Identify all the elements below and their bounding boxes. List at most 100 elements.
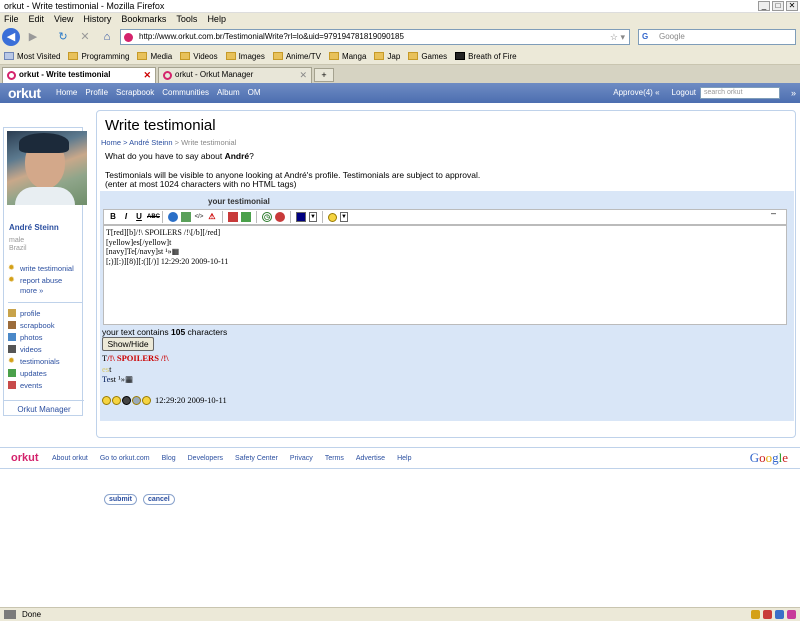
collapse-button[interactable]: – — [771, 208, 776, 218]
code-icon[interactable]: </> — [194, 212, 204, 222]
footer-link-about[interactable]: About orkut — [52, 455, 88, 462]
menu-history[interactable]: History — [83, 13, 111, 26]
nav-profile[interactable]: Profile — [85, 88, 108, 97]
footer-link-privacy[interactable]: Privacy — [290, 455, 313, 462]
close-tab-icon[interactable]: ✕ — [143, 68, 151, 82]
breadcrumb-user[interactable]: André Steinn — [129, 138, 172, 147]
sidebar-item-testimonials[interactable]: ✹ testimonials — [8, 355, 82, 367]
color-swatch[interactable] — [296, 212, 306, 222]
toolbar-separator — [162, 211, 163, 223]
logout-link[interactable]: Logout — [672, 88, 696, 97]
nav-communities[interactable]: Communities — [162, 88, 209, 97]
picture-icon[interactable] — [241, 212, 251, 222]
nav-album[interactable]: Album — [217, 88, 240, 97]
breadcrumb-home[interactable]: Home — [101, 138, 121, 147]
menu-edit[interactable]: Edit — [29, 13, 45, 26]
orkut-logo[interactable]: orkut — [8, 85, 41, 101]
bookmark-videos[interactable]: Videos — [180, 52, 218, 61]
sidebar-item-scrapbook[interactable]: scrapbook — [8, 319, 82, 331]
menu-file[interactable]: File — [4, 13, 19, 26]
bookmark-most-visited[interactable]: Most Visited — [4, 52, 60, 61]
addon-icon[interactable] — [775, 610, 784, 619]
bookmark-manga[interactable]: Manga — [328, 52, 366, 61]
close-tab-icon[interactable]: ✕ — [299, 68, 307, 82]
web-search-input[interactable]: G Google — [638, 29, 796, 45]
color-dropdown-icon[interactable]: ▼ — [309, 212, 317, 222]
profile-name[interactable]: André Steinn — [9, 223, 59, 232]
footer-link-goto[interactable]: Go to orkut.com — [100, 455, 150, 462]
preview-text: st ¹»▦ — [110, 374, 133, 384]
google-logo[interactable]: Google — [750, 450, 788, 466]
link-icon[interactable] — [168, 212, 178, 222]
bookmark-games[interactable]: Games — [408, 52, 447, 61]
addon-icon[interactable] — [787, 610, 796, 619]
bookmark-images[interactable]: Images — [225, 52, 265, 61]
bookmark-media[interactable]: Media — [137, 52, 172, 61]
menu-view[interactable]: View — [54, 13, 73, 26]
maximize-button[interactable]: □ — [772, 1, 784, 11]
smiley-icon[interactable] — [328, 212, 337, 222]
search-go-icon[interactable]: » — [791, 88, 796, 98]
underline-button[interactable]: U — [134, 212, 144, 222]
nav-scrapbook[interactable]: Scrapbook — [116, 88, 154, 97]
bookmark-star-icon[interactable]: ☆ ▾ — [610, 30, 625, 44]
forward-arrow-icon[interactable]: ▶ — [24, 28, 42, 46]
close-button[interactable]: ✕ — [786, 1, 798, 11]
bookmark-anime-tv[interactable]: Anime/TV — [272, 52, 321, 61]
video-icon[interactable] — [228, 212, 238, 222]
tab-write-testimonial[interactable]: orkut - Write testimonial ✕ — [2, 67, 156, 83]
reload-icon[interactable]: ↻ — [54, 28, 72, 46]
stop-icon[interactable]: ✕ — [76, 28, 94, 46]
strikethrough-button[interactable]: ABC — [147, 212, 160, 222]
menu-bookmarks[interactable]: Bookmarks — [121, 13, 166, 26]
nav-home[interactable]: Home — [56, 88, 77, 97]
minimize-button[interactable]: _ — [758, 1, 770, 11]
italic-button[interactable]: I — [121, 212, 131, 222]
sidebar-item-updates[interactable]: updates — [8, 367, 82, 379]
menu-help[interactable]: Help — [207, 13, 226, 26]
sidebar-item-videos[interactable]: videos — [8, 343, 82, 355]
back-arrow-icon[interactable]: ◀ — [2, 28, 20, 46]
addon-icon[interactable] — [751, 610, 760, 619]
footer-link-help[interactable]: Help — [397, 455, 411, 462]
footer-link-blog[interactable]: Blog — [162, 455, 176, 462]
addon-icon[interactable] — [763, 610, 772, 619]
orkut-manager-link[interactable]: Orkut Manager — [4, 400, 84, 414]
avatar[interactable] — [7, 131, 87, 205]
footer-link-advertise[interactable]: Advertise — [356, 455, 385, 462]
sidebar-item-photos[interactable]: photos — [8, 331, 82, 343]
sidebar-item-profile[interactable]: profile — [8, 307, 82, 319]
warning-icon[interactable]: ⚠ — [207, 212, 217, 222]
submit-button[interactable]: submit — [104, 494, 137, 505]
testimonial-textarea[interactable]: T[red][b]/!\ SPOILERS /!\[/b][/red] [yel… — [103, 225, 787, 325]
bookmark-programming[interactable]: Programming — [68, 52, 129, 61]
clock-icon[interactable]: ◷ — [262, 212, 272, 222]
menu-tools[interactable]: Tools — [176, 13, 197, 26]
sidebar-item-write-testimonial[interactable]: ✹ write testimonial — [8, 262, 82, 274]
bookmark-jap[interactable]: Jap — [374, 52, 400, 61]
block-icon[interactable] — [275, 212, 285, 222]
approve-link[interactable]: Approve(4) « — [613, 88, 659, 97]
footer-link-terms[interactable]: Terms — [325, 455, 344, 462]
url-bar[interactable]: http://www.orkut.com.br/TestimonialWrite… — [120, 29, 630, 45]
footer-link-developers[interactable]: Developers — [188, 455, 223, 462]
sidebar-more-link[interactable]: more » — [20, 286, 82, 298]
smiley-dropdown-icon[interactable]: ▼ — [340, 212, 348, 222]
image-icon[interactable] — [181, 212, 191, 222]
tab-orkut-manager[interactable]: orkut - Orkut Manager ✕ — [158, 67, 312, 83]
breadcrumb: Home > André Steinn > Write testimonial — [101, 138, 236, 147]
cancel-button[interactable]: cancel — [142, 494, 175, 505]
footer-orkut-logo[interactable]: orkut — [11, 452, 39, 464]
sidebar-item-report-abuse[interactable]: ✹ report abuse — [8, 274, 82, 286]
sidebar-item-events[interactable]: events — [8, 379, 82, 391]
footer-link-safety[interactable]: Safety Center — [235, 455, 278, 462]
bookmark-breath-of-fire[interactable]: Breath of Fire — [455, 52, 517, 61]
nav-om[interactable]: OM — [248, 88, 261, 97]
show-hide-button[interactable]: Show/Hide — [102, 337, 154, 351]
home-icon[interactable]: ⌂ — [98, 28, 116, 46]
new-tab-button[interactable]: + — [314, 68, 334, 82]
smile-smiley-icon — [112, 395, 121, 405]
bold-button[interactable]: B — [108, 212, 118, 222]
orkut-search-input[interactable]: search orkut — [700, 87, 780, 99]
profile-sidebar: André Steinn male Brazil ✹ write testimon… — [3, 127, 87, 416]
